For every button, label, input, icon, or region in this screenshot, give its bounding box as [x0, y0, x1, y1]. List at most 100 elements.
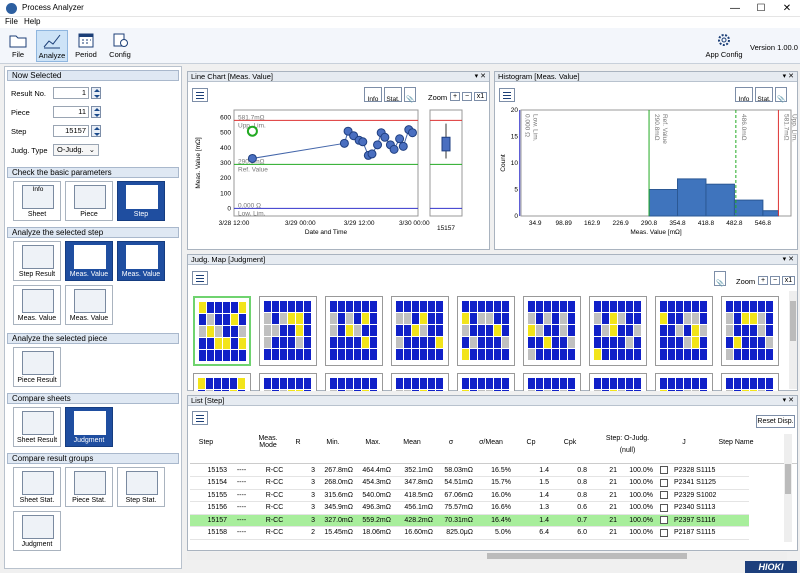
histogram-menu-button[interactable] [499, 88, 515, 102]
tile-piece-stat[interactable]: Piece Stat. [65, 467, 113, 507]
judg-type-select[interactable]: O-Judg. ⌄ [53, 144, 99, 156]
table-row[interactable]: 15154 ---- R-CC 3 268.0mΩ 454.3mΩ 347.8mΩ 54.51… [190, 476, 749, 490]
menu-help[interactable]: Help [24, 17, 40, 26]
judg-map-sheet[interactable] [259, 373, 317, 391]
judg-map-sheet[interactable] [457, 373, 515, 391]
judg-map-scrollbar[interactable] [789, 291, 797, 389]
judg-zoom-in-button[interactable]: + [758, 276, 768, 285]
menu-file[interactable]: File [5, 17, 18, 26]
judg-zoom-reset-button[interactable]: x1 [782, 276, 795, 285]
judg-map-sheet[interactable] [655, 296, 713, 366]
tile-meas-trend[interactable]: Meas. Value [13, 285, 61, 325]
row-checkbox[interactable] [659, 516, 668, 525]
app-config-button[interactable]: App Config [704, 30, 744, 62]
table-row[interactable]: 15158 ---- R-CC 2 15.45mΩ 18.06mΩ 16.60mΩ 825.0… [190, 526, 749, 540]
judg-map-sheet[interactable] [391, 296, 449, 366]
line-chart-menu-button[interactable] [192, 88, 208, 102]
judg-map-sheet[interactable] [523, 373, 581, 391]
result-no-spinner[interactable] [91, 87, 101, 99]
maximize-button[interactable]: ☐ [748, 0, 774, 17]
judg-map-sheet[interactable] [721, 373, 779, 391]
tile-sheet[interactable]: Info Sheet [13, 181, 61, 221]
tile-meas-histogram[interactable]: Meas. Value [117, 241, 165, 281]
line-info-button[interactable]: Info [364, 87, 382, 103]
tile-meas-scatter[interactable]: Meas. Value [65, 285, 113, 325]
step-spinner[interactable] [91, 125, 101, 137]
period-button[interactable]: Period [70, 30, 102, 62]
row-checkbox[interactable] [659, 466, 668, 474]
tile-piece-result[interactable]: Piece Result [13, 347, 61, 387]
line-zoom-out-button[interactable]: − [462, 92, 472, 101]
judg-map-sheet[interactable] [193, 296, 251, 366]
line-stat-button[interactable]: Stat. [384, 87, 402, 103]
column-header[interactable]: Max. [362, 439, 384, 446]
line-zoom-reset-button[interactable]: x1 [474, 92, 487, 101]
hist-clip-button[interactable]: 📎 [775, 87, 787, 103]
column-header[interactable]: R [294, 439, 302, 446]
row-checkbox[interactable] [659, 478, 668, 487]
panel-close-icon[interactable]: ▾ ✕ [783, 255, 794, 265]
table-row[interactable]: 15156 ---- R-CC 3 345.9mΩ 496.3mΩ 456.1mΩ 75.57… [190, 501, 749, 515]
judg-map-sheet[interactable] [721, 296, 779, 366]
judg-map-sheet[interactable] [193, 373, 251, 391]
column-header[interactable]: σ [445, 439, 457, 446]
piece-spinner[interactable] [91, 106, 101, 118]
column-header[interactable]: Min. [322, 439, 344, 446]
column-header[interactable]: Cp [524, 439, 538, 446]
column-header[interactable]: Mean [400, 439, 424, 446]
table-row[interactable]: 15153 ---- R-CC 3 267.8mΩ 464.4mΩ 352.1mΩ 58.03… [190, 464, 749, 477]
column-header[interactable]: Step Name [716, 439, 756, 446]
table-row[interactable]: 15155 ---- R-CC 3 315.6mΩ 540.0mΩ 418.5mΩ 67.06… [190, 489, 749, 502]
judg-clip-button[interactable]: 📎 [714, 271, 726, 287]
minimize-button[interactable]: — [722, 0, 748, 17]
column-header[interactable]: Cpk [562, 439, 578, 446]
line-clip-button[interactable]: 📎 [404, 87, 416, 103]
column-header[interactable]: Step [196, 439, 216, 446]
panel-close-icon[interactable]: ▾ ✕ [783, 72, 794, 82]
list-hscrollbar[interactable] [187, 552, 787, 560]
analyze-button[interactable]: Analyze [36, 30, 68, 62]
judg-map-menu-button[interactable] [192, 271, 208, 285]
reset-display-button[interactable]: Reset Disp. [756, 415, 795, 428]
hist-stat-button[interactable]: Stat. [755, 87, 773, 103]
table-row[interactable]: 15157 ---- R-CC 3 327.0mΩ 559.2mΩ 428.2mΩ 70.31… [190, 514, 749, 527]
tile-group-judgment[interactable]: Judgment [13, 511, 61, 551]
line-zoom-in-button[interactable]: + [450, 92, 460, 101]
tile-sheet-result[interactable]: Sheet Result [13, 407, 61, 447]
config-button[interactable]: Config [104, 30, 136, 62]
list-scrollbar[interactable] [784, 434, 792, 542]
judg-map-sheet[interactable] [325, 373, 383, 391]
panel-close-icon[interactable]: ▾ ✕ [783, 396, 794, 406]
row-checkbox[interactable] [659, 528, 668, 537]
list-menu-button[interactable] [192, 411, 208, 425]
judg-map-sheet[interactable] [655, 373, 713, 391]
judg-map-sheet[interactable] [391, 373, 449, 391]
column-header[interactable]: Step: O-Judg. [595, 435, 660, 442]
tile-step[interactable]: Step [117, 181, 165, 221]
tile-piece[interactable]: Piece [65, 181, 113, 221]
judg-map-sheet[interactable] [589, 296, 647, 366]
close-button[interactable]: ✕ [774, 0, 800, 17]
column-header[interactable]: σ/Mean [478, 439, 504, 446]
judg-map-sheet[interactable] [259, 296, 317, 366]
panel-close-icon[interactable]: ▾ ✕ [475, 72, 486, 82]
judg-map-sheet[interactable] [523, 296, 581, 366]
tile-sheet-stat[interactable]: Sheet Stat. [13, 467, 61, 507]
judg-map-sheet[interactable] [325, 296, 383, 366]
result-no-input[interactable]: 1 [53, 87, 89, 99]
column-header[interactable]: Meas. Mode [254, 435, 282, 449]
hist-info-button[interactable]: Info [735, 87, 753, 103]
judg-map-sheet[interactable] [457, 296, 515, 366]
column-header[interactable]: J [680, 439, 688, 446]
tile-meas-line[interactable]: Meas. Value [65, 241, 113, 281]
row-checkbox[interactable] [659, 491, 668, 500]
tile-step-result[interactable]: Step Result [13, 241, 61, 281]
judg-map-sheet[interactable] [589, 373, 647, 391]
step-input[interactable]: 15157 [53, 125, 89, 137]
file-button[interactable]: File [2, 30, 34, 62]
row-checkbox[interactable] [659, 503, 668, 512]
judg-zoom-out-button[interactable]: − [770, 276, 780, 285]
piece-input[interactable]: 11 [53, 106, 89, 118]
tile-judgment[interactable]: Judgment [65, 407, 113, 447]
tile-step-stat[interactable]: Step Stat. [117, 467, 165, 507]
